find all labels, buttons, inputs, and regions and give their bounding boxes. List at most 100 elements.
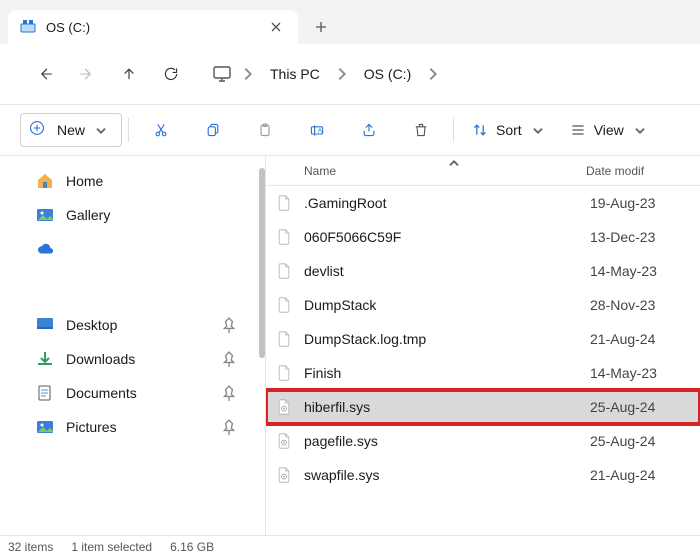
sidebar-item-label: Downloads (66, 351, 135, 367)
column-header-date[interactable]: Date modif (586, 164, 644, 178)
chevron-down-icon (93, 122, 109, 138)
file-icon (274, 331, 294, 347)
file-icon (274, 365, 294, 381)
back-button[interactable] (24, 53, 66, 95)
chevron-down-icon (530, 122, 546, 138)
file-icon (274, 297, 294, 313)
cloud-icon (36, 240, 54, 258)
this-pc-icon (212, 64, 232, 84)
file-row[interactable]: DumpStack.log.tmp21-Aug-24 (266, 322, 700, 356)
tab-title: OS (C:) (46, 20, 90, 35)
column-headers: Name Date modif (266, 156, 700, 186)
file-pane: Name Date modif .GamingRoot19-Aug-23060F… (266, 156, 700, 535)
separator (453, 118, 454, 142)
list-view-icon (570, 122, 586, 138)
sort-button[interactable]: Sort (460, 112, 558, 148)
new-tab-button[interactable] (304, 10, 338, 44)
file-date: 14-May-23 (590, 263, 657, 279)
sidebar: Home Gallery Desktop (0, 156, 266, 535)
pin-icon (221, 385, 237, 401)
status-size: 6.16 GB (170, 540, 214, 554)
sidebar-item-label: Documents (66, 385, 137, 401)
desktop-icon (36, 316, 54, 334)
file-name: Finish (304, 365, 590, 381)
scrollbar-thumb[interactable] (259, 168, 265, 358)
file-icon (274, 399, 294, 415)
file-name: swapfile.sys (304, 467, 590, 483)
pin-icon (221, 351, 237, 367)
view-button-label: View (594, 122, 624, 138)
sidebar-item-label: Pictures (66, 419, 117, 435)
status-item-count: 32 items (8, 540, 53, 554)
breadcrumb-this-pc[interactable]: This PC (264, 62, 326, 86)
breadcrumb-os-c[interactable]: OS (C:) (358, 62, 417, 86)
status-selection: 1 item selected (71, 540, 152, 554)
file-row[interactable]: pagefile.sys25-Aug-24 (266, 424, 700, 458)
main-area: Home Gallery Desktop (0, 156, 700, 535)
chevron-right-icon (330, 66, 354, 82)
up-button[interactable] (108, 53, 150, 95)
sidebar-item-home[interactable]: Home (0, 164, 265, 198)
cut-button[interactable] (135, 112, 187, 148)
sidebar-item-documents[interactable]: Documents (0, 376, 265, 410)
file-row[interactable]: Finish14-May-23 (266, 356, 700, 390)
tab-os-c[interactable]: OS (C:) (8, 10, 298, 44)
file-name: devlist (304, 263, 590, 279)
file-icon (274, 467, 294, 483)
file-row[interactable]: 060F5066C59F13-Dec-23 (266, 220, 700, 254)
copy-button[interactable] (187, 112, 239, 148)
pin-icon (221, 419, 237, 435)
file-name: DumpStack (304, 297, 590, 313)
sidebar-item-label: Gallery (66, 207, 110, 223)
file-name: 060F5066C59F (304, 229, 590, 245)
file-name: hiberfil.sys (304, 399, 590, 415)
file-date: 21-Aug-24 (590, 467, 655, 483)
sort-icon (472, 122, 488, 138)
toolbar: New A Sort View (0, 104, 700, 156)
file-row[interactable]: swapfile.sys21-Aug-24 (266, 458, 700, 492)
forward-button[interactable] (66, 53, 108, 95)
sidebar-item-desktop[interactable]: Desktop (0, 308, 265, 342)
file-row[interactable]: .GamingRoot19-Aug-23 (266, 186, 700, 220)
sidebar-item-onedrive[interactable] (0, 232, 265, 266)
sort-button-label: Sort (496, 122, 522, 138)
file-row[interactable]: devlist14-May-23 (266, 254, 700, 288)
column-header-name[interactable]: Name (266, 164, 586, 178)
new-button[interactable]: New (20, 113, 122, 147)
file-date: 14-May-23 (590, 365, 657, 381)
chevron-right-icon[interactable] (0, 232, 2, 266)
documents-icon (36, 384, 54, 402)
refresh-button[interactable] (150, 53, 192, 95)
plus-circle-icon (29, 120, 49, 140)
sidebar-item-label: Desktop (66, 317, 117, 333)
file-name: pagefile.sys (304, 433, 590, 449)
file-name: .GamingRoot (304, 195, 590, 211)
file-row[interactable]: DumpStack28-Nov-23 (266, 288, 700, 322)
drive-icon (20, 19, 36, 35)
new-button-label: New (57, 122, 85, 138)
status-bar: 32 items 1 item selected 6.16 GB (0, 535, 700, 557)
file-name: DumpStack.log.tmp (304, 331, 590, 347)
share-button[interactable] (343, 112, 395, 148)
separator (128, 118, 129, 142)
sidebar-item-label: Home (66, 173, 103, 189)
close-tab-button[interactable] (264, 15, 288, 39)
download-icon (36, 350, 54, 368)
nav-bar: This PC OS (C:) (0, 44, 700, 104)
sidebar-item-downloads[interactable]: Downloads (0, 342, 265, 376)
chevron-right-icon (421, 66, 445, 82)
sidebar-item-gallery[interactable]: Gallery (0, 198, 265, 232)
file-row[interactable]: hiberfil.sys25-Aug-24 (266, 390, 700, 424)
chevron-down-icon (632, 122, 648, 138)
file-list: .GamingRoot19-Aug-23060F5066C59F13-Dec-2… (266, 186, 700, 535)
paste-button[interactable] (239, 112, 291, 148)
rename-button[interactable]: A (291, 112, 343, 148)
file-date: 21-Aug-24 (590, 331, 655, 347)
file-icon (274, 433, 294, 449)
file-date: 28-Nov-23 (590, 297, 655, 313)
tabs-bar: OS (C:) (0, 0, 700, 44)
file-date: 25-Aug-24 (590, 433, 655, 449)
delete-button[interactable] (395, 112, 447, 148)
view-button[interactable]: View (558, 112, 660, 148)
sidebar-item-pictures[interactable]: Pictures (0, 410, 265, 444)
